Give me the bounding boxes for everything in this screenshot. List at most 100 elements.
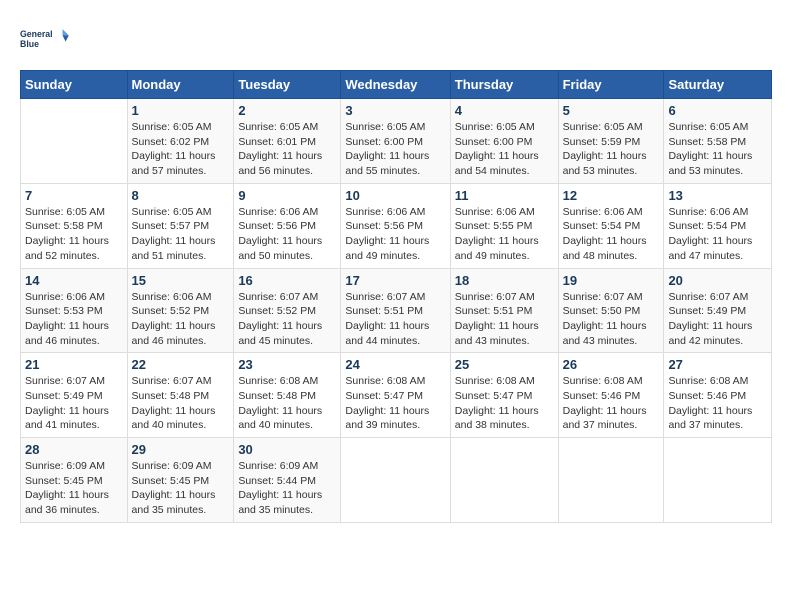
calendar-cell: 15 Sunrise: 6:06 AM Sunset: 5:52 PM Dayl… [127, 268, 234, 353]
calendar-cell [558, 438, 664, 523]
svg-text:General: General [20, 29, 53, 39]
calendar-header-row: SundayMondayTuesdayWednesdayThursdayFrid… [21, 71, 772, 99]
day-info: Sunrise: 6:07 AM Sunset: 5:49 PM Dayligh… [25, 374, 123, 433]
sunrise-time: Sunrise: 6:06 AM [668, 206, 748, 218]
day-of-week-header: Saturday [664, 71, 772, 99]
sunset-time: Sunset: 5:53 PM [25, 305, 103, 317]
sunrise-time: Sunrise: 6:05 AM [238, 121, 318, 133]
calendar-cell: 25 Sunrise: 6:08 AM Sunset: 5:47 PM Dayl… [450, 353, 558, 438]
sunset-time: Sunset: 5:44 PM [238, 475, 316, 487]
sunrise-time: Sunrise: 6:07 AM [25, 375, 105, 387]
daylight-hours: Daylight: 11 hours and 38 minutes. [455, 405, 539, 432]
calendar-cell: 28 Sunrise: 6:09 AM Sunset: 5:45 PM Dayl… [21, 438, 128, 523]
logo-svg: General Blue [20, 20, 70, 60]
sunset-time: Sunset: 5:57 PM [132, 220, 210, 232]
sunset-time: Sunset: 5:55 PM [455, 220, 533, 232]
sunset-time: Sunset: 5:49 PM [668, 305, 746, 317]
daylight-hours: Daylight: 11 hours and 45 minutes. [238, 320, 322, 347]
calendar-cell: 7 Sunrise: 6:05 AM Sunset: 5:58 PM Dayli… [21, 183, 128, 268]
calendar-cell: 30 Sunrise: 6:09 AM Sunset: 5:44 PM Dayl… [234, 438, 341, 523]
sunset-time: Sunset: 6:00 PM [345, 136, 423, 148]
daylight-hours: Daylight: 11 hours and 53 minutes. [668, 150, 752, 177]
day-number: 25 [455, 357, 554, 372]
day-info: Sunrise: 6:08 AM Sunset: 5:46 PM Dayligh… [563, 374, 660, 433]
day-number: 29 [132, 442, 230, 457]
day-info: Sunrise: 6:06 AM Sunset: 5:56 PM Dayligh… [238, 205, 336, 264]
sunrise-time: Sunrise: 6:08 AM [455, 375, 535, 387]
sunrise-time: Sunrise: 6:07 AM [668, 291, 748, 303]
sunrise-time: Sunrise: 6:05 AM [25, 206, 105, 218]
calendar-cell [450, 438, 558, 523]
daylight-hours: Daylight: 11 hours and 55 minutes. [345, 150, 429, 177]
sunset-time: Sunset: 6:02 PM [132, 136, 210, 148]
sunrise-time: Sunrise: 6:06 AM [563, 206, 643, 218]
day-number: 9 [238, 188, 336, 203]
day-number: 16 [238, 273, 336, 288]
day-info: Sunrise: 6:07 AM Sunset: 5:49 PM Dayligh… [668, 290, 767, 349]
sunset-time: Sunset: 5:54 PM [563, 220, 641, 232]
day-info: Sunrise: 6:07 AM Sunset: 5:51 PM Dayligh… [455, 290, 554, 349]
sunset-time: Sunset: 5:46 PM [668, 390, 746, 402]
sunset-time: Sunset: 6:01 PM [238, 136, 316, 148]
sunrise-time: Sunrise: 6:05 AM [455, 121, 535, 133]
sunset-time: Sunset: 5:48 PM [238, 390, 316, 402]
page-header: General Blue [20, 20, 772, 60]
day-info: Sunrise: 6:08 AM Sunset: 5:46 PM Dayligh… [668, 374, 767, 433]
sunrise-time: Sunrise: 6:05 AM [668, 121, 748, 133]
calendar-cell: 29 Sunrise: 6:09 AM Sunset: 5:45 PM Dayl… [127, 438, 234, 523]
sunrise-time: Sunrise: 6:05 AM [563, 121, 643, 133]
sunrise-time: Sunrise: 6:07 AM [132, 375, 212, 387]
day-info: Sunrise: 6:08 AM Sunset: 5:47 PM Dayligh… [345, 374, 445, 433]
day-number: 11 [455, 188, 554, 203]
calendar-cell: 14 Sunrise: 6:06 AM Sunset: 5:53 PM Dayl… [21, 268, 128, 353]
sunrise-time: Sunrise: 6:05 AM [345, 121, 425, 133]
calendar-week-row: 1 Sunrise: 6:05 AM Sunset: 6:02 PM Dayli… [21, 99, 772, 184]
daylight-hours: Daylight: 11 hours and 35 minutes. [132, 489, 216, 516]
daylight-hours: Daylight: 11 hours and 48 minutes. [563, 235, 647, 262]
day-info: Sunrise: 6:05 AM Sunset: 6:00 PM Dayligh… [455, 120, 554, 179]
sunrise-time: Sunrise: 6:08 AM [563, 375, 643, 387]
daylight-hours: Daylight: 11 hours and 39 minutes. [345, 405, 429, 432]
sunrise-time: Sunrise: 6:07 AM [345, 291, 425, 303]
calendar-cell: 17 Sunrise: 6:07 AM Sunset: 5:51 PM Dayl… [341, 268, 450, 353]
calendar-cell: 19 Sunrise: 6:07 AM Sunset: 5:50 PM Dayl… [558, 268, 664, 353]
day-info: Sunrise: 6:05 AM Sunset: 5:58 PM Dayligh… [25, 205, 123, 264]
calendar-week-row: 21 Sunrise: 6:07 AM Sunset: 5:49 PM Dayl… [21, 353, 772, 438]
day-info: Sunrise: 6:06 AM Sunset: 5:52 PM Dayligh… [132, 290, 230, 349]
day-number: 4 [455, 103, 554, 118]
day-number: 28 [25, 442, 123, 457]
calendar-week-row: 28 Sunrise: 6:09 AM Sunset: 5:45 PM Dayl… [21, 438, 772, 523]
sunrise-time: Sunrise: 6:07 AM [563, 291, 643, 303]
calendar-cell: 23 Sunrise: 6:08 AM Sunset: 5:48 PM Dayl… [234, 353, 341, 438]
day-info: Sunrise: 6:06 AM Sunset: 5:54 PM Dayligh… [563, 205, 660, 264]
daylight-hours: Daylight: 11 hours and 35 minutes. [238, 489, 322, 516]
day-info: Sunrise: 6:06 AM Sunset: 5:54 PM Dayligh… [668, 205, 767, 264]
day-info: Sunrise: 6:05 AM Sunset: 6:02 PM Dayligh… [132, 120, 230, 179]
sunset-time: Sunset: 5:51 PM [455, 305, 533, 317]
day-number: 24 [345, 357, 445, 372]
daylight-hours: Daylight: 11 hours and 43 minutes. [455, 320, 539, 347]
sunset-time: Sunset: 5:58 PM [668, 136, 746, 148]
calendar-cell: 16 Sunrise: 6:07 AM Sunset: 5:52 PM Dayl… [234, 268, 341, 353]
daylight-hours: Daylight: 11 hours and 40 minutes. [238, 405, 322, 432]
daylight-hours: Daylight: 11 hours and 51 minutes. [132, 235, 216, 262]
sunrise-time: Sunrise: 6:06 AM [238, 206, 318, 218]
calendar-cell: 27 Sunrise: 6:08 AM Sunset: 5:46 PM Dayl… [664, 353, 772, 438]
day-info: Sunrise: 6:07 AM Sunset: 5:51 PM Dayligh… [345, 290, 445, 349]
day-info: Sunrise: 6:08 AM Sunset: 5:48 PM Dayligh… [238, 374, 336, 433]
day-info: Sunrise: 6:05 AM Sunset: 6:01 PM Dayligh… [238, 120, 336, 179]
daylight-hours: Daylight: 11 hours and 54 minutes. [455, 150, 539, 177]
calendar-cell: 26 Sunrise: 6:08 AM Sunset: 5:46 PM Dayl… [558, 353, 664, 438]
sunrise-time: Sunrise: 6:06 AM [132, 291, 212, 303]
sunrise-time: Sunrise: 6:07 AM [238, 291, 318, 303]
day-number: 22 [132, 357, 230, 372]
calendar-cell: 6 Sunrise: 6:05 AM Sunset: 5:58 PM Dayli… [664, 99, 772, 184]
day-info: Sunrise: 6:05 AM Sunset: 5:59 PM Dayligh… [563, 120, 660, 179]
sunset-time: Sunset: 5:52 PM [238, 305, 316, 317]
day-info: Sunrise: 6:06 AM Sunset: 5:55 PM Dayligh… [455, 205, 554, 264]
day-number: 20 [668, 273, 767, 288]
calendar-cell: 4 Sunrise: 6:05 AM Sunset: 6:00 PM Dayli… [450, 99, 558, 184]
calendar-cell: 24 Sunrise: 6:08 AM Sunset: 5:47 PM Dayl… [341, 353, 450, 438]
sunrise-time: Sunrise: 6:07 AM [455, 291, 535, 303]
sunrise-time: Sunrise: 6:08 AM [668, 375, 748, 387]
